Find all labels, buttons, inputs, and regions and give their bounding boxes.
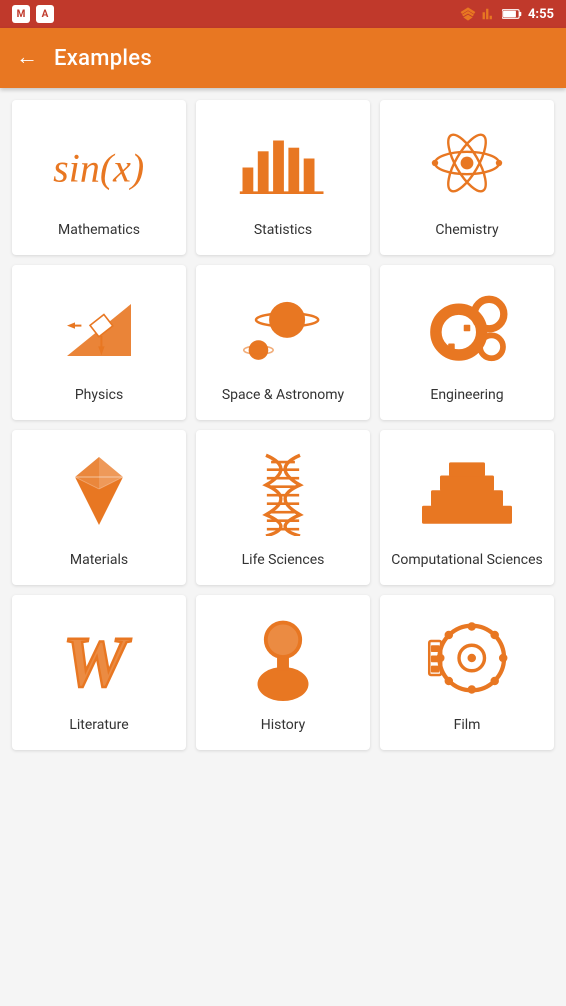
card-history[interactable]: History	[196, 595, 370, 750]
literature-label: Literature	[69, 716, 128, 734]
status-bar-right: 4:55	[460, 7, 554, 22]
card-film[interactable]: Film	[380, 595, 554, 750]
history-icon	[204, 611, 362, 706]
materials-label: Materials	[70, 551, 128, 569]
space-astronomy-label: Space & Astronomy	[222, 386, 344, 404]
card-engineering[interactable]: Engineering	[380, 265, 554, 420]
chemistry-label: Chemistry	[435, 221, 498, 239]
film-icon	[388, 611, 546, 706]
svg-text:W: W	[63, 622, 132, 698]
card-literature[interactable]: W W Literature	[12, 595, 186, 750]
literature-icon: W W	[20, 611, 178, 706]
chemistry-icon	[388, 116, 546, 211]
computational-sciences-label: Computational Sciences	[391, 551, 543, 569]
computational-icon	[388, 446, 546, 541]
card-computational-sciences[interactable]: Computational Sciences	[380, 430, 554, 585]
life-sciences-icon	[204, 446, 362, 541]
statistics-label: Statistics	[254, 221, 312, 239]
status-bar-left: M A	[12, 5, 54, 23]
svg-text:sin(x): sin(x)	[53, 146, 144, 191]
card-statistics[interactable]: Statistics	[196, 100, 370, 255]
card-space-astronomy[interactable]: Space & Astronomy	[196, 265, 370, 420]
card-life-sciences[interactable]: Life Sciences	[196, 430, 370, 585]
mathematics-label: Mathematics	[58, 221, 140, 239]
battery-icon	[502, 7, 522, 21]
time-display: 4:55	[528, 7, 554, 22]
app-icon-1: M	[12, 5, 30, 23]
page-title: Examples	[54, 46, 152, 71]
back-button[interactable]: ←	[16, 47, 38, 69]
status-bar: M A 4:55	[0, 0, 566, 28]
app-icon-2: A	[36, 5, 54, 23]
physics-label: Physics	[75, 386, 123, 404]
wifi-icon	[460, 7, 476, 21]
signal-icon	[482, 7, 496, 21]
examples-grid: sin(x) Mathematics Statistics	[0, 88, 566, 762]
card-mathematics[interactable]: sin(x) Mathematics	[12, 100, 186, 255]
card-physics[interactable]: Physics	[12, 265, 186, 420]
engineering-label: Engineering	[430, 386, 503, 404]
space-icon	[204, 281, 362, 376]
history-label: History	[261, 716, 306, 734]
life-sciences-label: Life Sciences	[242, 551, 325, 569]
materials-icon	[20, 446, 178, 541]
engineering-icon	[388, 281, 546, 376]
card-chemistry[interactable]: Chemistry	[380, 100, 554, 255]
app-header: ← Examples	[0, 28, 566, 88]
physics-icon	[20, 281, 178, 376]
card-materials[interactable]: Materials	[12, 430, 186, 585]
film-label: Film	[454, 716, 481, 734]
mathematics-icon: sin(x)	[20, 116, 178, 211]
statistics-icon	[204, 116, 362, 211]
